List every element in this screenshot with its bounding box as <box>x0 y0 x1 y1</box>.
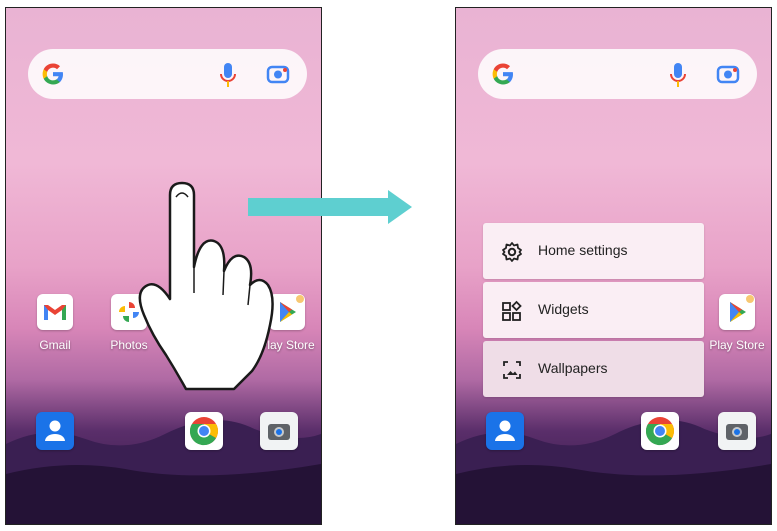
menu-wallpapers[interactable]: Wallpapers <box>483 341 704 397</box>
menu-home-settings[interactable]: Home settings <box>483 223 704 279</box>
app-label: Gmail <box>39 338 71 352</box>
dock-chrome[interactable] <box>625 412 695 450</box>
google-lens-icon[interactable] <box>715 62 741 86</box>
mic-icon[interactable] <box>218 61 238 89</box>
chrome-icon <box>185 412 223 450</box>
google-search-bar[interactable] <box>28 49 307 99</box>
dock-chrome[interactable] <box>169 412 239 450</box>
gmail-icon <box>37 294 73 330</box>
mic-icon[interactable] <box>668 61 688 89</box>
google-lens-icon[interactable] <box>265 62 291 86</box>
app-label: Play Store <box>709 338 765 352</box>
dock-contacts[interactable] <box>470 412 540 450</box>
menu-label: Wallpapers <box>538 360 608 376</box>
transition-arrow-icon <box>248 190 412 224</box>
contacts-icon <box>36 412 74 450</box>
gear-icon <box>502 242 522 262</box>
camera-icon <box>718 412 756 450</box>
app-play-store[interactable]: Play Store <box>702 294 771 352</box>
dock-camera[interactable] <box>702 412 771 450</box>
dock-camera[interactable] <box>244 412 314 450</box>
app-gmail[interactable]: Gmail <box>20 294 90 352</box>
google-logo-icon <box>42 63 63 85</box>
google-logo-icon <box>492 63 513 85</box>
menu-label: Widgets <box>538 301 589 317</box>
wallpaper-icon <box>503 361 521 379</box>
home-screen-after: Home settings Widgets Wallpapers Play St… <box>455 7 772 525</box>
play-store-icon <box>719 294 755 330</box>
google-search-bar[interactable] <box>478 49 757 99</box>
menu-widgets[interactable]: Widgets <box>483 282 704 338</box>
widgets-icon <box>502 300 522 321</box>
camera-icon <box>260 412 298 450</box>
chrome-icon <box>641 412 679 450</box>
menu-label: Home settings <box>538 242 628 258</box>
dock-contacts[interactable] <box>20 412 90 450</box>
contacts-icon <box>486 412 524 450</box>
